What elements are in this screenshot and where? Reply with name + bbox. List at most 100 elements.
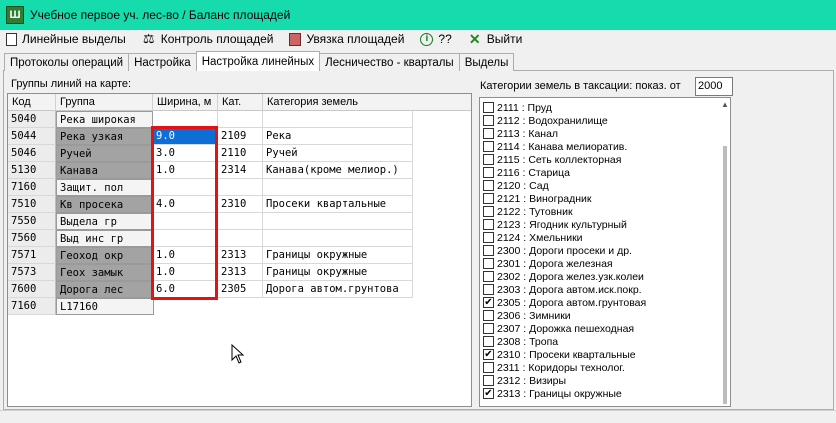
cell-code[interactable]: 7160 — [8, 179, 56, 196]
cell-cat-name[interactable] — [263, 230, 413, 247]
scroll-up-arrow-icon[interactable]: ▲ — [721, 100, 729, 109]
area-reconcile-button[interactable]: Увязка площадей — [289, 31, 404, 47]
cell-cat-name[interactable] — [263, 111, 413, 128]
cell-code[interactable]: 5044 — [8, 128, 56, 145]
col-width-header[interactable]: Ширина, м — [153, 94, 218, 111]
category-item[interactable]: 2311 : Коридоры технолог. — [483, 361, 625, 374]
category-checkbox[interactable] — [483, 245, 494, 256]
category-checkbox[interactable] — [483, 102, 494, 113]
cell-cat-name[interactable]: Границы окружные — [263, 247, 413, 264]
table-row[interactable]: 5040 Река широкая — [8, 111, 471, 128]
col-catname-header[interactable]: Категория земель — [263, 94, 413, 111]
cell-width[interactable]: 1.0 — [153, 264, 218, 281]
category-item[interactable]: 2124 : Хмельники — [483, 231, 583, 244]
category-checkbox[interactable] — [483, 154, 494, 165]
cell-code[interactable]: 7510 — [8, 196, 56, 213]
cell-width[interactable]: 1.0 — [153, 162, 218, 179]
cell-cat[interactable]: 2313 — [218, 247, 263, 264]
cell-cat-name[interactable]: Река — [263, 128, 413, 145]
category-item[interactable]: ✔ 2305 : Дорога автом.грунтовая — [483, 296, 646, 309]
cell-code[interactable]: 5040 — [8, 111, 56, 128]
tab-settings[interactable]: Настройка — [128, 53, 197, 71]
table-row[interactable]: 7160 Защит. пол — [8, 179, 471, 196]
cell-width[interactable]: 4.0 — [153, 196, 218, 213]
category-item[interactable]: 2114 : Канава мелиоратив. — [483, 140, 627, 153]
category-checkbox[interactable]: ✔ — [483, 349, 494, 360]
category-item[interactable]: 2111 : Пруд — [483, 101, 552, 114]
table-row[interactable]: 5046 Ручей 3.0 2110 Ручей — [8, 145, 471, 162]
cell-group[interactable]: Ручей — [56, 145, 153, 162]
category-item[interactable]: 2115 : Сеть коллекторная — [483, 153, 621, 166]
category-checkbox[interactable] — [483, 310, 494, 321]
category-checkbox[interactable] — [483, 284, 494, 295]
col-code-header[interactable]: Код — [8, 94, 56, 111]
cell-group[interactable]: Река узкая — [56, 128, 153, 145]
cell-cat-name[interactable] — [263, 179, 413, 196]
cell-cat[interactable] — [218, 213, 263, 230]
cell-group[interactable]: Выд инс гр — [56, 230, 153, 247]
category-checkbox[interactable]: ✔ — [483, 297, 494, 308]
category-item[interactable]: 2300 : Дороги просеки и др. — [483, 244, 632, 257]
cell-cat[interactable] — [218, 230, 263, 247]
linear-plots-button[interactable]: Линейные выделы — [6, 31, 126, 47]
category-checkbox[interactable] — [483, 271, 494, 282]
category-item[interactable]: 2302 : Дорога желез.узк.колеи — [483, 270, 644, 283]
category-checkbox[interactable] — [483, 362, 494, 373]
table-row[interactable]: 7560 Выд инс гр — [8, 230, 471, 247]
tab-operation-log[interactable]: Протоколы операций — [4, 53, 130, 71]
table-row[interactable]: 5130 Канава 1.0 2314 Канава(кроме мелиор.) — [8, 162, 471, 179]
category-item[interactable]: 2121 : Виноградник — [483, 192, 592, 205]
table-row[interactable]: 7573 Геох замык 1.0 2313 Границы окружные — [8, 264, 471, 281]
cell-width[interactable]: 3.0 — [153, 145, 218, 162]
category-checkbox[interactable] — [483, 206, 494, 217]
cell-group[interactable]: Защит. пол — [56, 179, 153, 196]
cell-code[interactable]: 7160 — [8, 298, 56, 315]
cell-cat-name[interactable]: Ручей — [263, 145, 413, 162]
table-row[interactable]: 7160 L17160 — [8, 298, 471, 315]
category-item[interactable]: 2113 : Канал — [483, 127, 558, 140]
cell-width[interactable] — [153, 213, 218, 230]
category-checkbox[interactable] — [483, 336, 494, 347]
cell-code[interactable]: 7573 — [8, 264, 56, 281]
col-group-header[interactable]: Группа — [56, 94, 153, 111]
table-row[interactable]: 7571 Геоход окр 1.0 2313 Границы окружные — [8, 247, 471, 264]
cell-code[interactable]: 7550 — [8, 213, 56, 230]
cell-width[interactable] — [153, 111, 218, 128]
cell-group[interactable]: Выдела гр — [56, 213, 153, 230]
cell-group[interactable]: Канава — [56, 162, 153, 179]
category-checkbox[interactable] — [483, 258, 494, 269]
cell-code[interactable]: 7560 — [8, 230, 56, 247]
help-button[interactable]: i ?? — [420, 31, 452, 47]
tab-plots[interactable]: Выделы — [458, 53, 515, 71]
category-item[interactable]: ✔ 2313 : Границы окружные — [483, 387, 622, 400]
cell-code[interactable]: 7571 — [8, 247, 56, 264]
category-item[interactable]: 2116 : Старица — [483, 166, 570, 179]
category-checkbox[interactable] — [483, 115, 494, 126]
table-row[interactable]: 7550 Выдела гр — [8, 213, 471, 230]
table-row[interactable]: 7510 Кв просека 4.0 2310 Просеки квартальные — [8, 196, 471, 213]
col-cat-header[interactable]: Кат. — [218, 94, 263, 111]
cell-cat-name[interactable]: Канава(кроме мелиор.) — [263, 162, 413, 179]
cell-group[interactable]: Геох замык — [56, 264, 153, 281]
categories-scroll-thumb[interactable] — [723, 146, 727, 404]
cell-cat-name[interactable] — [263, 213, 413, 230]
table-row[interactable]: 7600 Дорога лес 6.0 2305 Дорога автом.грунто… — [8, 281, 471, 298]
category-item[interactable]: 2308 : Тропа — [483, 335, 558, 348]
category-item[interactable]: 2303 : Дорога автом.иск.покр. — [483, 283, 642, 296]
category-checkbox[interactable] — [483, 193, 494, 204]
area-control-button[interactable]: ⚖ Контроль площадей — [142, 31, 274, 47]
cell-group[interactable]: Кв просека — [56, 196, 153, 213]
category-item[interactable]: ✔ 2310 : Просеки квартальные — [483, 348, 636, 361]
tab-linear-settings[interactable]: Настройка линейных — [195, 51, 321, 71]
category-item[interactable]: 2123 : Ягодник культурный — [483, 218, 627, 231]
cell-cat-name[interactable]: Границы окружные — [263, 264, 413, 281]
cell-width[interactable]: 9.0 — [153, 128, 218, 145]
category-checkbox[interactable] — [483, 180, 494, 191]
cell-cat[interactable]: 2314 — [218, 162, 263, 179]
category-item[interactable]: 2112 : Водохранилище — [483, 114, 608, 127]
cell-cat-name[interactable]: Дорога автом.грунтова — [263, 281, 413, 298]
category-checkbox[interactable]: ✔ — [483, 388, 494, 399]
show-from-input[interactable]: 2000 — [695, 77, 733, 96]
cell-cat-name[interactable]: Просеки квартальные — [263, 196, 413, 213]
cell-cat[interactable]: 2109 — [218, 128, 263, 145]
